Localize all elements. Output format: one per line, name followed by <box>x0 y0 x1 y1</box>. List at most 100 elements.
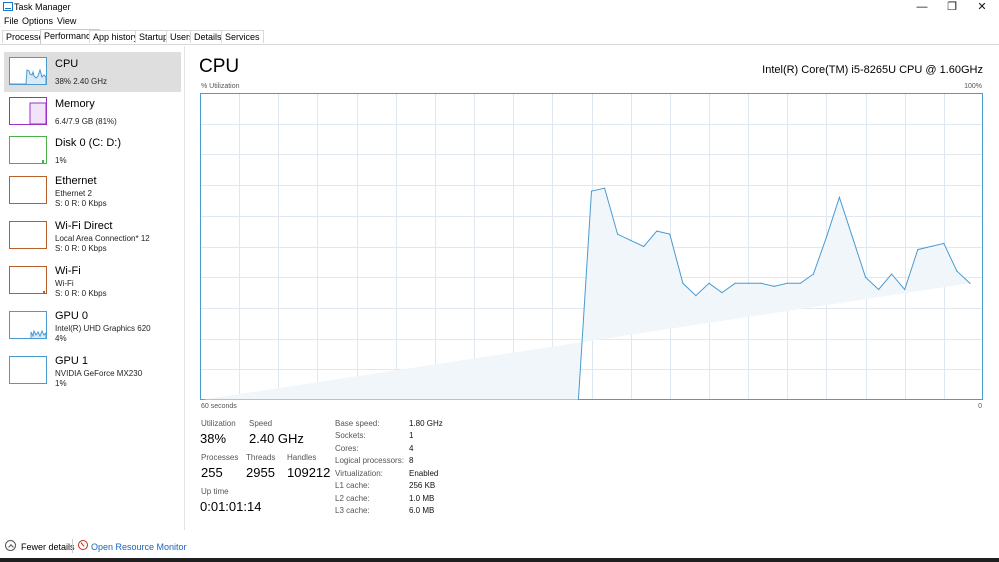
wifi-thumbnail <box>9 266 47 294</box>
sidebar-item-memory[interactable]: Memory 6.4/7.9 GB (81%) <box>4 92 181 132</box>
spec-label: Logical processors: <box>335 456 404 465</box>
disk-thumbnail <box>9 136 47 164</box>
processes-label: Processes <box>201 453 239 462</box>
sidebar-memory-title: Memory <box>55 98 95 110</box>
fewer-details-link[interactable]: Fewer details <box>21 542 75 552</box>
spec-label: Virtualization: <box>335 469 383 478</box>
ethernet-thumbnail <box>9 176 47 204</box>
spec-label: Sockets: <box>335 431 366 440</box>
sidebar-wifi-title: Wi-Fi <box>55 265 81 277</box>
utilization-point <box>695 295 697 297</box>
cpu-thumbnail <box>9 57 47 85</box>
speed-value: 2.40 GHz <box>249 431 304 446</box>
utilization-point <box>969 282 971 284</box>
x-axis-right-label: 0 <box>978 403 982 410</box>
cpu-model-name: Intel(R) Core(TM) i5-8265U CPU @ 1.60GHz <box>762 64 983 76</box>
threads-label: Threads <box>246 453 276 462</box>
sidebar-gpu0-sub: Intel(R) UHD Graphics 620 <box>55 324 151 333</box>
handles-label: Handles <box>287 453 317 462</box>
menu-view[interactable]: View <box>57 16 76 26</box>
utilization-point <box>838 196 841 198</box>
utilization-point <box>878 288 880 291</box>
sidebar-item-cpu[interactable]: CPU 38% 2.40 GHz <box>4 52 181 92</box>
utilization-point <box>721 292 723 294</box>
uptime-label: Up time <box>201 487 229 496</box>
restore-button[interactable]: ❐ <box>937 0 967 15</box>
processes-value: 255 <box>201 465 223 480</box>
open-resource-monitor-link[interactable]: Open Resource Monitor <box>91 542 187 552</box>
speed-label: Speed <box>249 419 273 428</box>
sidebar-item-disk[interactable]: Disk 0 (C: D:) 1% <box>4 131 181 171</box>
sidebar-gpu0-usage: 4% <box>55 334 67 343</box>
utilization-point <box>773 285 775 287</box>
utilization-point <box>891 273 893 275</box>
sidebar-memory-sub: 6.4/7.9 GB (81%) <box>55 117 117 126</box>
spec-value: 1.80 GHz <box>409 419 443 428</box>
sidebar-gpu1-title: GPU 1 <box>55 355 89 367</box>
window-title: Task Manager <box>14 2 71 12</box>
utilization-point <box>851 236 854 238</box>
sidebar-wifi-direct-sub: Local Area Connection* 12 <box>55 234 150 243</box>
sidebar-item-wifi-direct[interactable]: Wi-Fi Direct Local Area Connection* 12 S… <box>4 216 181 256</box>
sidebar-item-gpu0[interactable]: GPU 0 Intel(R) UHD Graphics 620 4% <box>4 306 181 346</box>
sidebar-disk-sub: 1% <box>55 156 67 165</box>
sidebar-item-wifi[interactable]: Wi-Fi Wi-Fi S: 0 R: 0 Kbps <box>4 261 181 301</box>
sidebar-wifi-direct-title: Wi-Fi Direct <box>55 220 113 232</box>
resource-sidebar: CPU 38% 2.40 GHz Memory 6.4/7.9 GB (81%)… <box>0 46 185 530</box>
utilization-point <box>617 233 619 235</box>
y-axis-label: % Utilization <box>201 83 240 90</box>
utilization-point <box>825 236 828 238</box>
footer-divider <box>72 539 73 553</box>
sidebar-cpu-title: CPU <box>55 58 79 70</box>
task-manager-icon <box>3 2 13 11</box>
utilization-point <box>643 245 645 248</box>
gpu1-thumbnail <box>9 356 47 384</box>
chevron-up-icon[interactable] <box>5 540 16 551</box>
spec-value: 256 KB <box>409 481 436 490</box>
gpu0-thumbnail <box>9 311 47 339</box>
title-bar: Task Manager — ❐ ✕ <box>0 0 999 15</box>
spec-value: Enabled <box>409 469 439 478</box>
tab-strip: Processes Performance App history Startu… <box>0 29 999 45</box>
utilization-point <box>812 273 815 275</box>
utilization-point <box>904 288 906 291</box>
tab-services[interactable]: Services <box>221 30 264 43</box>
resource-monitor-icon <box>78 540 88 550</box>
sidebar-disk-title: Disk 0 (C: D:) <box>55 137 121 149</box>
sidebar-wifi-sub: Wi-Fi <box>55 279 74 288</box>
sidebar-item-gpu1[interactable]: GPU 1 NVIDIA GeForce MX230 1% <box>4 351 181 391</box>
sidebar-ethernet-rate: S: 0 R: 0 Kbps <box>55 199 107 208</box>
window-bottom-edge <box>0 558 999 562</box>
handles-value: 109212 <box>287 465 331 480</box>
utilization-point <box>956 270 958 272</box>
spec-label: L3 cache: <box>335 506 370 515</box>
y-axis-max-label: 100% <box>964 83 982 90</box>
threads-value: 2955 <box>246 465 275 480</box>
close-button[interactable]: ✕ <box>967 0 997 15</box>
sidebar-cpu-sub: 38% 2.40 GHz <box>55 77 108 86</box>
menu-options[interactable]: Options <box>22 16 53 26</box>
spec-value: 6.0 MB <box>409 506 435 515</box>
sidebar-wifi-direct-rate: S: 0 R: 0 Kbps <box>55 244 107 253</box>
menu-bar: File Options View <box>0 15 999 28</box>
sidebar-gpu0-title: GPU 0 <box>55 310 89 322</box>
utilization-point <box>630 239 632 241</box>
minimize-button[interactable]: — <box>907 0 937 15</box>
spec-label: L1 cache: <box>335 481 370 490</box>
menu-file[interactable]: File <box>4 16 19 26</box>
utilization-value: 38% <box>200 431 227 446</box>
spec-label: L2 cache: <box>335 494 370 503</box>
memory-thumbnail <box>9 97 47 125</box>
spec-label: Base speed: <box>335 419 380 428</box>
sidebar-gpu1-usage: 1% <box>55 379 67 388</box>
utilization-point <box>786 282 788 284</box>
utilization-point <box>590 190 593 192</box>
utilization-label: Utilization <box>201 419 236 428</box>
footer-bar: Fewer details Open Resource Monitor <box>0 536 999 558</box>
spec-value: 1 <box>409 431 414 440</box>
sidebar-wifi-rate: S: 0 R: 0 Kbps <box>55 289 107 298</box>
spec-value: 8 <box>409 456 414 465</box>
spec-value: 4 <box>409 444 414 453</box>
sidebar-item-ethernet[interactable]: Ethernet Ethernet 2 S: 0 R: 0 Kbps <box>4 171 181 211</box>
utilization-point <box>930 245 932 248</box>
